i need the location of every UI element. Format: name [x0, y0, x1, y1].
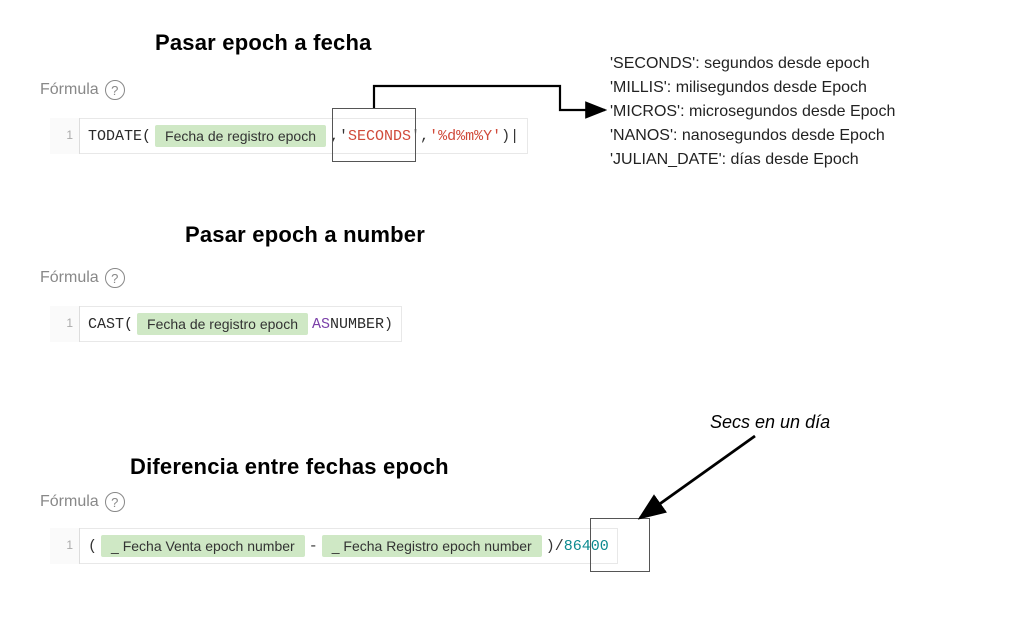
formula-label-3: Fórmula ? [40, 492, 125, 512]
formula-label-3-text: Fórmula [40, 493, 99, 511]
close-div: )/ [546, 538, 564, 555]
formula-label-1: Fórmula ? [40, 80, 125, 100]
as-keyword: AS [312, 316, 330, 333]
code-2[interactable]: CAST( Fecha de registro epoch AS NUMBER … [80, 306, 402, 342]
chip-field-3b: _ Fecha Registro epoch number [322, 535, 542, 557]
callout-box-86400 [590, 518, 650, 572]
units-line-3: 'MICROS': microsegundos desde Epoch [610, 100, 895, 124]
close-1: )| [501, 128, 519, 145]
help-icon[interactable]: ? [105, 80, 125, 100]
formula-row-3[interactable]: 1 ( _ Fecha Venta epoch number - _ Fecha… [50, 528, 618, 564]
section3-heading: Diferencia entre fechas epoch [130, 454, 449, 480]
help-icon[interactable]: ? [105, 268, 125, 288]
formula-row-1[interactable]: 1 TODATE( Fecha de registro epoch , ' SE… [50, 118, 528, 154]
formula-label-1-text: Fórmula [40, 81, 99, 99]
formula-label-2-text: Fórmula [40, 269, 99, 287]
units-line-1: 'SECONDS': segundos desde epoch [610, 52, 895, 76]
gutter-3: 1 [50, 528, 80, 564]
cast-func: CAST( [88, 316, 133, 333]
help-icon[interactable]: ? [105, 492, 125, 512]
section2-heading: Pasar epoch a number [185, 222, 425, 248]
epoch-units-list: 'SECONDS': segundos desde epoch 'MILLIS'… [610, 52, 895, 172]
formula-label-2: Fórmula ? [40, 268, 125, 288]
format-arg: '%d%m%Y' [429, 128, 501, 145]
close-2: ) [384, 316, 393, 333]
chip-field-1: Fecha de registro epoch [155, 125, 326, 147]
callout-box-seconds [332, 108, 416, 162]
units-line-2: 'MILLIS': milisegundos desde Epoch [610, 76, 895, 100]
minus-op: - [309, 538, 318, 555]
units-line-4: 'NANOS': nanosegundos desde Epoch [610, 124, 895, 148]
code-3[interactable]: ( _ Fecha Venta epoch number - _ Fecha R… [80, 528, 618, 564]
chip-field-3a: _ Fecha Venta epoch number [101, 535, 305, 557]
chip-field-2: Fecha de registro epoch [137, 313, 308, 335]
formula-row-2[interactable]: 1 CAST( Fecha de registro epoch AS NUMBE… [50, 306, 402, 342]
open-paren-3: ( [88, 538, 97, 555]
comma-1b: , [420, 128, 429, 145]
number-type: NUMBER [330, 316, 384, 333]
gutter-2: 1 [50, 306, 80, 342]
secs-per-day-caption: Secs en un día [710, 412, 830, 433]
code-1[interactable]: TODATE( Fecha de registro epoch , ' SECO… [80, 118, 528, 154]
units-line-5: 'JULIAN_DATE': días desde Epoch [610, 148, 895, 172]
todate-func: TODATE( [88, 128, 151, 145]
gutter-1: 1 [50, 118, 80, 154]
section1-heading: Pasar epoch a fecha [155, 30, 372, 56]
